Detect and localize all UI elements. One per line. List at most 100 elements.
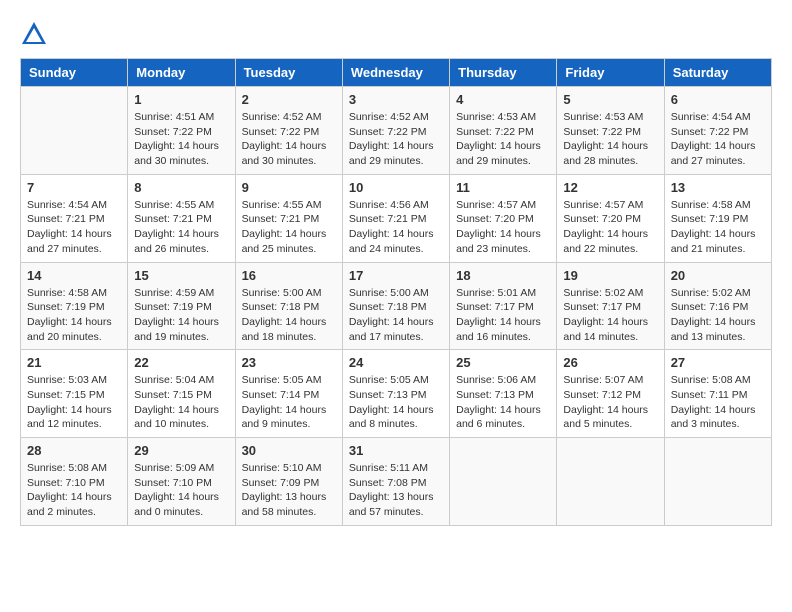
day-number: 26 — [563, 355, 657, 370]
calendar-cell: 10Sunrise: 4:56 AM Sunset: 7:21 PM Dayli… — [342, 174, 449, 262]
day-number: 1 — [134, 92, 228, 107]
day-number: 19 — [563, 268, 657, 283]
calendar-cell: 14 Sunrise: 4:58 AM Sunset: 7:19 PM Dayli… — [21, 262, 128, 350]
day-number: 30 — [242, 443, 336, 458]
calendar-cell: 13 Sunrise: 4:58 AM Sunset: 7:19 PM Dayli… — [664, 174, 771, 262]
day-info: Sunrise: 5:05 AM Sunset: 7:14 PM Dayligh… — [242, 373, 336, 432]
calendar-cell — [664, 438, 771, 526]
day-number: 24 — [349, 355, 443, 370]
day-info: Sunrise: 5:11 AM Sunset: 7:08 PM Dayligh… — [349, 461, 443, 520]
calendar: SundayMondayTuesdayWednesdayThursdayFrid… — [20, 58, 772, 526]
weekday-header-wednesday: Wednesday — [342, 59, 449, 87]
calendar-cell: 18 Sunrise: 5:01 AM Sunset: 7:17 PM Dayli… — [450, 262, 557, 350]
day-info: Sunrise: 5:08 AM Sunset: 7:11 PM Dayligh… — [671, 373, 765, 432]
day-info: Sunrise: 4:54 AM Sunset: 7:22 PM Dayligh… — [671, 110, 765, 169]
day-number: 14 — [27, 268, 121, 283]
day-number: 23 — [242, 355, 336, 370]
calendar-cell: 19 Sunrise: 5:02 AM Sunset: 7:17 PM Dayli… — [557, 262, 664, 350]
day-info: Sunrise: 4:51 AM Sunset: 7:22 PM Dayligh… — [134, 110, 228, 169]
calendar-cell: 20 Sunrise: 5:02 AM Sunset: 7:16 PM Dayli… — [664, 262, 771, 350]
weekday-header-sunday: Sunday — [21, 59, 128, 87]
day-info: Sunrise: 4:53 AM Sunset: 7:22 PM Dayligh… — [456, 110, 550, 169]
calendar-cell: 7 Sunrise: 4:54 AM Sunset: 7:21 PM Daylig… — [21, 174, 128, 262]
week-row-5: 28 Sunrise: 5:08 AM Sunset: 7:10 PM Dayli… — [21, 438, 772, 526]
day-info: Sunrise: 5:03 AM Sunset: 7:15 PM Dayligh… — [27, 373, 121, 432]
calendar-cell: 17 Sunrise: 5:00 AM Sunset: 7:18 PM Dayli… — [342, 262, 449, 350]
weekday-header-saturday: Saturday — [664, 59, 771, 87]
day-info: Sunrise: 4:52 AM Sunset: 7:22 PM Dayligh… — [349, 110, 443, 169]
day-info: Sunrise: 4:58 AM Sunset: 7:19 PM Dayligh… — [27, 286, 121, 345]
logo-icon — [20, 20, 48, 48]
calendar-cell: 24 Sunrise: 5:05 AM Sunset: 7:13 PM Dayli… — [342, 350, 449, 438]
day-number: 25 — [456, 355, 550, 370]
day-info: Sunrise: 4:57 AM Sunset: 7:20 PM Dayligh… — [456, 198, 550, 257]
calendar-cell: 23 Sunrise: 5:05 AM Sunset: 7:14 PM Dayli… — [235, 350, 342, 438]
day-number: 27 — [671, 355, 765, 370]
day-number: 5 — [563, 92, 657, 107]
weekday-header-monday: Monday — [128, 59, 235, 87]
calendar-cell: 29Sunrise: 5:09 AM Sunset: 7:10 PM Dayli… — [128, 438, 235, 526]
day-info: Sunrise: 4:52 AM Sunset: 7:22 PM Dayligh… — [242, 110, 336, 169]
weekday-header-friday: Friday — [557, 59, 664, 87]
day-info: Sunrise: 4:54 AM Sunset: 7:21 PM Dayligh… — [27, 198, 121, 257]
day-number: 28 — [27, 443, 121, 458]
calendar-cell: 30 Sunrise: 5:10 AM Sunset: 7:09 PM Dayli… — [235, 438, 342, 526]
calendar-cell: 9Sunrise: 4:55 AM Sunset: 7:21 PM Daylig… — [235, 174, 342, 262]
day-number: 16 — [242, 268, 336, 283]
day-number: 22 — [134, 355, 228, 370]
day-info: Sunrise: 5:07 AM Sunset: 7:12 PM Dayligh… — [563, 373, 657, 432]
day-info: Sunrise: 4:53 AM Sunset: 7:22 PM Dayligh… — [563, 110, 657, 169]
day-number: 9 — [242, 180, 336, 195]
calendar-cell — [21, 87, 128, 175]
day-info: Sunrise: 5:02 AM Sunset: 7:16 PM Dayligh… — [671, 286, 765, 345]
day-number: 20 — [671, 268, 765, 283]
day-number: 10 — [349, 180, 443, 195]
calendar-cell: 22Sunrise: 5:04 AM Sunset: 7:15 PM Dayli… — [128, 350, 235, 438]
calendar-cell: 26 Sunrise: 5:07 AM Sunset: 7:12 PM Dayli… — [557, 350, 664, 438]
day-number: 3 — [349, 92, 443, 107]
calendar-cell: 11Sunrise: 4:57 AM Sunset: 7:20 PM Dayli… — [450, 174, 557, 262]
week-row-1: 1 Sunrise: 4:51 AM Sunset: 7:22 PM Daylig… — [21, 87, 772, 175]
calendar-cell — [450, 438, 557, 526]
day-number: 18 — [456, 268, 550, 283]
calendar-cell: 4 Sunrise: 4:53 AM Sunset: 7:22 PM Daylig… — [450, 87, 557, 175]
calendar-cell: 15Sunrise: 4:59 AM Sunset: 7:19 PM Dayli… — [128, 262, 235, 350]
day-number: 4 — [456, 92, 550, 107]
calendar-cell: 28 Sunrise: 5:08 AM Sunset: 7:10 PM Dayli… — [21, 438, 128, 526]
day-info: Sunrise: 5:01 AM Sunset: 7:17 PM Dayligh… — [456, 286, 550, 345]
day-info: Sunrise: 5:08 AM Sunset: 7:10 PM Dayligh… — [27, 461, 121, 520]
week-row-4: 21 Sunrise: 5:03 AM Sunset: 7:15 PM Dayli… — [21, 350, 772, 438]
day-info: Sunrise: 4:55 AM Sunset: 7:21 PM Dayligh… — [134, 198, 228, 257]
calendar-cell: 25 Sunrise: 5:06 AM Sunset: 7:13 PM Dayli… — [450, 350, 557, 438]
week-row-3: 14 Sunrise: 4:58 AM Sunset: 7:19 PM Dayli… — [21, 262, 772, 350]
calendar-cell: 27 Sunrise: 5:08 AM Sunset: 7:11 PM Dayli… — [664, 350, 771, 438]
calendar-cell: 8 Sunrise: 4:55 AM Sunset: 7:21 PM Daylig… — [128, 174, 235, 262]
day-info: Sunrise: 5:05 AM Sunset: 7:13 PM Dayligh… — [349, 373, 443, 432]
day-info: Sunrise: 5:00 AM Sunset: 7:18 PM Dayligh… — [349, 286, 443, 345]
day-info: Sunrise: 5:00 AM Sunset: 7:18 PM Dayligh… — [242, 286, 336, 345]
day-number: 6 — [671, 92, 765, 107]
calendar-cell: 12Sunrise: 4:57 AM Sunset: 7:20 PM Dayli… — [557, 174, 664, 262]
day-number: 21 — [27, 355, 121, 370]
calendar-cell: 6 Sunrise: 4:54 AM Sunset: 7:22 PM Daylig… — [664, 87, 771, 175]
calendar-cell: 5 Sunrise: 4:53 AM Sunset: 7:22 PM Daylig… — [557, 87, 664, 175]
day-number: 8 — [134, 180, 228, 195]
day-info: Sunrise: 5:09 AM Sunset: 7:10 PM Dayligh… — [134, 461, 228, 520]
calendar-cell: 3 Sunrise: 4:52 AM Sunset: 7:22 PM Daylig… — [342, 87, 449, 175]
calendar-cell — [557, 438, 664, 526]
weekday-header-thursday: Thursday — [450, 59, 557, 87]
calendar-cell: 1 Sunrise: 4:51 AM Sunset: 7:22 PM Daylig… — [128, 87, 235, 175]
day-number: 13 — [671, 180, 765, 195]
day-info: Sunrise: 5:06 AM Sunset: 7:13 PM Dayligh… — [456, 373, 550, 432]
day-number: 7 — [27, 180, 121, 195]
calendar-cell: 21 Sunrise: 5:03 AM Sunset: 7:15 PM Dayli… — [21, 350, 128, 438]
day-info: Sunrise: 5:10 AM Sunset: 7:09 PM Dayligh… — [242, 461, 336, 520]
calendar-cell: 31 Sunrise: 5:11 AM Sunset: 7:08 PM Dayli… — [342, 438, 449, 526]
day-number: 17 — [349, 268, 443, 283]
header — [20, 20, 772, 48]
day-info: Sunrise: 5:02 AM Sunset: 7:17 PM Dayligh… — [563, 286, 657, 345]
day-number: 31 — [349, 443, 443, 458]
day-info: Sunrise: 4:58 AM Sunset: 7:19 PM Dayligh… — [671, 198, 765, 257]
weekday-header-tuesday: Tuesday — [235, 59, 342, 87]
calendar-cell: 2Sunrise: 4:52 AM Sunset: 7:22 PM Daylig… — [235, 87, 342, 175]
